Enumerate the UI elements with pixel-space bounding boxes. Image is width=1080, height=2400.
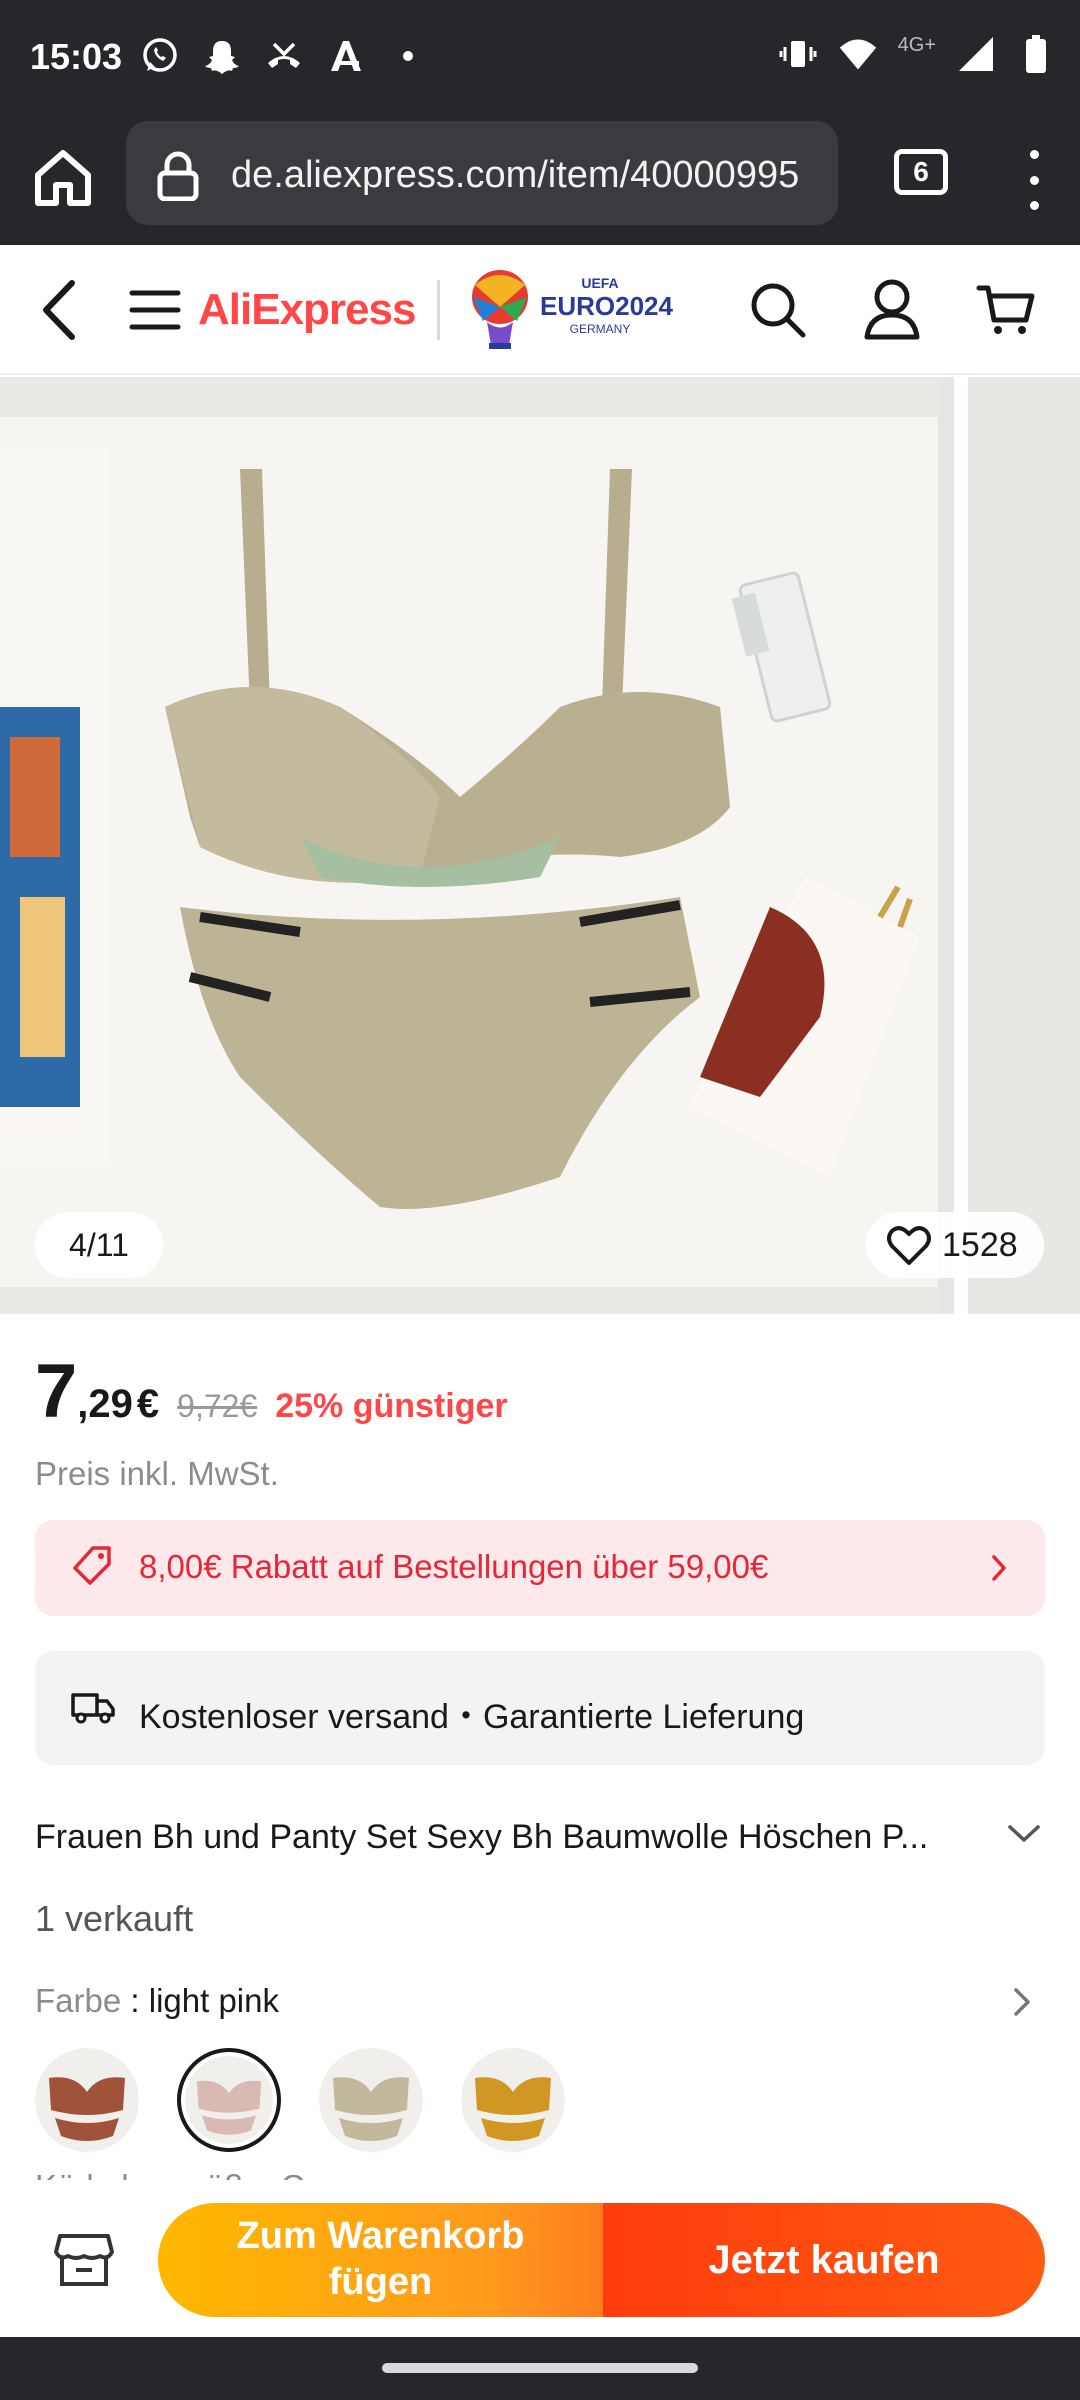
shipping-text: Kostenloser versand・Garantierte Lieferun…: [139, 1698, 805, 1736]
aliexpress-logo[interactable]: AliExpress: [198, 285, 416, 335]
browser-toolbar: de.aliexpress.com/item/40000995 6: [0, 115, 1080, 245]
dot: [1029, 150, 1039, 159]
wishlist-button[interactable]: 1528: [866, 1212, 1044, 1278]
coupon-banner[interactable]: 8,00€ Rabatt auf Bestellungen über 59,00…: [35, 1520, 1045, 1616]
color-selector-label[interactable]: Farbe : light pink: [35, 1982, 279, 2020]
gesture-handle[interactable]: [382, 2363, 698, 2373]
euro-uefa-label: UEFA: [581, 275, 619, 291]
battery-icon: [1016, 34, 1056, 74]
store-button[interactable]: [52, 2230, 116, 2290]
price-currency: €: [136, 1382, 160, 1426]
user-icon: [864, 279, 920, 340]
product-image-gallery[interactable]: 4/11 1528: [0, 377, 1080, 1314]
swatch-mustard[interactable]: [461, 2048, 565, 2152]
sold-count: 1 verkauft: [35, 1898, 194, 1939]
status-bar: 15:03 4G+: [0, 0, 1080, 115]
shipping-info[interactable]: Kostenloser versand・Garantierte Lieferun…: [35, 1651, 1045, 1765]
cart-button[interactable]: [976, 280, 1036, 340]
wifi-icon: [838, 34, 878, 74]
truck-icon: [71, 1687, 115, 1732]
snapchat-icon: [202, 36, 242, 76]
next-image-preview[interactable]: [954, 377, 1080, 1314]
chevron-down-icon[interactable]: [1006, 1822, 1042, 1851]
coupon-text: 8,00€ Rabatt auf Bestellungen über 59,00…: [139, 1548, 769, 1585]
tab-switcher-button[interactable]: 6: [894, 149, 948, 195]
status-time: 15:03: [30, 36, 123, 77]
euro-host-label: GERMANY: [569, 322, 631, 336]
logo-divider: [437, 280, 440, 340]
price-block: 7 ,29 € 9,72€ 25% günstiger: [35, 1348, 508, 1435]
home-icon: [35, 150, 91, 206]
missed-call-icon: [264, 36, 304, 76]
euro2024-wordmark: UEFA EURO2024 GERMANY: [540, 275, 673, 336]
account-button[interactable]: [862, 277, 922, 341]
color-label: Farbe: [35, 1982, 122, 2019]
dot: [1029, 201, 1039, 210]
search-button[interactable]: [748, 280, 808, 340]
color-swatches: [35, 2048, 565, 2152]
add-to-cart-line2: fügen: [328, 2261, 433, 2303]
chevron-right-icon[interactable]: [1012, 1986, 1032, 2023]
buy-now-button[interactable]: Jetzt kaufen: [603, 2203, 1045, 2317]
system-icons: 4G+: [778, 34, 1056, 74]
swatch-light-pink[interactable]: [177, 2048, 281, 2152]
product-image: [0, 377, 938, 1314]
network-type: 4G+: [897, 33, 936, 56]
chevron-right-icon: [989, 1553, 1009, 1588]
url-text: de.aliexpress.com/item/40000995: [231, 154, 800, 196]
home-button[interactable]: [28, 143, 98, 213]
selected-color: light pink: [148, 1982, 279, 2019]
search-icon: [751, 283, 806, 338]
product-title[interactable]: Frauen Bh und Panty Set Sexy Bh Baumwoll…: [35, 1818, 975, 1857]
back-button[interactable]: [30, 275, 90, 345]
chevron-left-icon: [43, 280, 75, 340]
bottom-action-bar: Zum Warenkorb fügen Jetzt kaufen: [0, 2180, 1080, 2337]
add-to-cart-line1: Zum Warenkorb: [236, 2215, 525, 2258]
vibrate-icon: [778, 34, 818, 74]
add-to-cart-button[interactable]: Zum Warenkorb fügen: [158, 2203, 603, 2317]
price-tag-icon: [71, 1545, 113, 1592]
swatch-brown[interactable]: [35, 2048, 139, 2152]
price-decimal: ,29: [77, 1382, 133, 1426]
address-bar[interactable]: de.aliexpress.com/item/40000995: [126, 121, 838, 225]
site-header: AliExpress UEFA EURO2024 GERMANY: [0, 245, 1080, 375]
signal-icon: [956, 34, 996, 74]
dot: [1029, 175, 1039, 185]
hamburger-icon: [129, 290, 181, 330]
cart-icon: [976, 285, 1035, 334]
discount-label: 25% günstiger: [275, 1387, 508, 1425]
original-price: 9,72€: [177, 1388, 258, 1424]
browser-menu-button[interactable]: [1020, 150, 1048, 210]
euro-trophy-logo: [465, 267, 535, 351]
euro-title-label: EURO2024: [540, 291, 673, 321]
lock-icon: [156, 151, 200, 206]
whatsapp-icon: [140, 36, 180, 76]
color-separator: :: [121, 1982, 149, 2019]
dot-icon: [388, 36, 428, 76]
translate-icon: [326, 36, 366, 76]
system-nav-bar: [0, 2337, 1080, 2400]
tab-count: 6: [913, 156, 929, 187]
tax-note: Preis inkl. MwSt.: [35, 1455, 279, 1492]
notification-icons: [140, 36, 428, 76]
menu-button[interactable]: [128, 285, 182, 335]
heart-icon: [887, 1226, 931, 1265]
swatch-khaki[interactable]: [319, 2048, 423, 2152]
store-icon: [54, 2234, 114, 2286]
image-counter: 4/11: [35, 1212, 163, 1278]
wishlist-count: 1528: [942, 1225, 1018, 1264]
price-integer: 7: [35, 1349, 78, 1434]
